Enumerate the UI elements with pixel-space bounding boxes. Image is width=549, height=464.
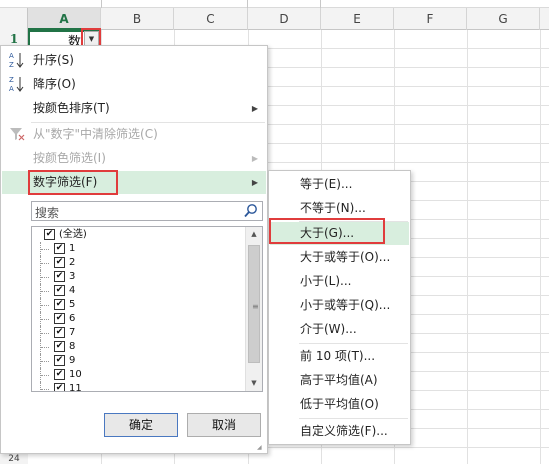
list-item-label: 1: [69, 243, 76, 254]
row-header-24[interactable]: 24: [0, 454, 28, 464]
checkbox-checked-icon[interactable]: ✔: [54, 369, 65, 380]
cancel-button[interactable]: 取消: [187, 413, 261, 437]
svg-text:A: A: [9, 85, 14, 93]
submenu-item-above-average[interactable]: 高于平均值(A): [270, 369, 409, 392]
menu-item-label: 升序(S): [33, 53, 74, 67]
submenu-item-greater-than[interactable]: 大于(G)...: [270, 222, 409, 245]
chevron-down-icon: ▼: [88, 34, 95, 43]
submenu-item-greater-or-equal[interactable]: 大于或等于(O)...: [270, 246, 409, 269]
list-item-label: (全选): [59, 229, 87, 240]
top-strip: [0, 0, 549, 8]
row-header-1[interactable]: 1: [0, 32, 28, 46]
submenu-item-less-than[interactable]: 小于(L)...: [270, 270, 409, 293]
list-item[interactable]: ✔ 2: [32, 256, 244, 270]
sort-ascending-icon: AZ: [8, 51, 26, 69]
submenu-arrow-icon: ▶: [251, 154, 258, 163]
sort-descending-icon: ZA: [8, 75, 26, 93]
submenu-separator: [299, 418, 408, 419]
list-item[interactable]: ✔ 1: [32, 242, 244, 256]
checkbox-checked-icon[interactable]: ✔: [54, 299, 65, 310]
list-item[interactable]: ✔ 3: [32, 270, 244, 284]
list-item-label: 5: [69, 299, 76, 310]
list-item-label: 6: [69, 313, 76, 324]
list-item[interactable]: ✔ 5: [32, 298, 244, 312]
column-header-e[interactable]: E: [321, 8, 394, 30]
list-item[interactable]: ✔ 4: [32, 284, 244, 298]
number-filter-submenu: 等于(E)... 不等于(N)... 大于(G)... 大于或等于(O)... …: [268, 170, 411, 445]
svg-text:Z: Z: [9, 61, 14, 69]
submenu-item-top-10[interactable]: 前 10 项(T)...: [270, 345, 409, 368]
submenu-item-less-or-equal[interactable]: 小于或等于(Q)...: [270, 294, 409, 317]
list-item-label: 7: [69, 327, 76, 338]
menu-item-label: 数字筛选(F): [33, 175, 98, 189]
ok-button[interactable]: 确定: [104, 413, 178, 437]
checkbox-checked-icon[interactable]: ✔: [54, 257, 65, 268]
checkbox-checked-icon[interactable]: ✔: [54, 341, 65, 352]
resize-grip-icon[interactable]: ◢: [257, 443, 266, 452]
checkbox-checked-icon[interactable]: ✔: [44, 229, 55, 240]
submenu-arrow-icon: ▶: [251, 178, 258, 187]
menu-item-clear-filter[interactable]: 从"数字"中清除筛选(C): [2, 123, 266, 146]
menu-item-label: 按颜色排序(T): [33, 101, 110, 115]
svg-text:Z: Z: [9, 76, 14, 84]
clear-filter-icon: [8, 125, 26, 143]
column-header-c[interactable]: C: [174, 8, 248, 30]
checkbox-checked-icon[interactable]: ✔: [54, 313, 65, 324]
scrollbar-thumb[interactable]: ≡: [248, 245, 260, 363]
submenu-separator: [299, 343, 408, 344]
menu-item-number-filter[interactable]: 数字筛选(F) ▶: [2, 171, 266, 194]
submenu-item-not-equals[interactable]: 不等于(N)...: [270, 197, 409, 220]
list-item-label: 9: [69, 355, 76, 366]
submenu-item-equals[interactable]: 等于(E)...: [270, 173, 409, 196]
column-header-b[interactable]: B: [101, 8, 174, 30]
menu-item-sort-ascending[interactable]: AZ 升序(S): [2, 49, 266, 72]
scroll-down-icon[interactable]: ▼: [246, 376, 262, 391]
svg-text:A: A: [9, 52, 14, 60]
search-box[interactable]: 搜索: [31, 201, 263, 221]
checkbox-checked-icon[interactable]: ✔: [54, 327, 65, 338]
submenu-item-between[interactable]: 介于(W)...: [270, 318, 409, 341]
filter-dropdown-button[interactable]: ▼: [84, 31, 99, 46]
list-item-label: 11: [69, 383, 82, 392]
scroll-up-icon[interactable]: ▲: [246, 227, 262, 242]
checkbox-checked-icon[interactable]: ✔: [54, 271, 65, 282]
checkbox-checked-icon[interactable]: ✔: [54, 383, 65, 391]
checkbox-checked-icon[interactable]: ✔: [54, 243, 65, 254]
list-item-select-all[interactable]: ✔ (全选): [32, 228, 244, 242]
list-scrollbar[interactable]: ▲ ≡ ▼: [245, 227, 262, 391]
filter-menu: AZ 升序(S) ZA 降序(O) 按颜色排序(T) ▶ 从"数字"中清除筛选(…: [0, 45, 268, 454]
list-item-label: 2: [69, 257, 76, 268]
search-icon: [243, 203, 259, 219]
submenu-item-below-average[interactable]: 低于平均值(O): [270, 393, 409, 416]
list-item-label: 8: [69, 341, 76, 352]
menu-item-sort-by-color[interactable]: 按颜色排序(T) ▶: [2, 97, 266, 120]
menu-item-label: 从"数字"中清除筛选(C): [33, 127, 158, 141]
list-item-label: 10: [69, 369, 82, 380]
list-item-label: 4: [69, 285, 76, 296]
list-item[interactable]: ✔ 8: [32, 340, 244, 354]
menu-item-label: 按颜色筛选(I): [33, 151, 106, 165]
list-item[interactable]: ✔ 10: [32, 368, 244, 382]
list-item[interactable]: ✔ 6: [32, 312, 244, 326]
list-item[interactable]: ✔ 9: [32, 354, 244, 368]
menu-item-sort-descending[interactable]: ZA 降序(O): [2, 73, 266, 96]
column-header-f[interactable]: F: [394, 8, 467, 30]
value-list[interactable]: ✔ (全选) ✔ 1 ✔ 2 ✔ 3 ✔ 4 ✔ 5 ✔ 6 ✔ 7 ✔ 8 ✔ 9 ✔ 10 ✔ 1…: [31, 226, 263, 392]
search-input[interactable]: 搜索: [35, 204, 59, 221]
checkbox-checked-icon[interactable]: ✔: [54, 285, 65, 296]
column-header-g[interactable]: G: [467, 8, 540, 30]
menu-item-filter-by-color[interactable]: 按颜色筛选(I) ▶: [2, 147, 266, 170]
submenu-item-custom-filter[interactable]: 自定义筛选(F)...: [270, 420, 409, 443]
menu-item-label: 降序(O): [33, 77, 76, 91]
select-all-corner[interactable]: [0, 8, 28, 30]
checkbox-checked-icon[interactable]: ✔: [54, 355, 65, 366]
submenu-arrow-icon: ▶: [251, 104, 258, 113]
list-item-label: 3: [69, 271, 76, 282]
column-header-d[interactable]: D: [248, 8, 321, 30]
grip-icon: ≡: [252, 302, 259, 311]
list-item[interactable]: ✔ 7: [32, 326, 244, 340]
list-item[interactable]: ✔ 11: [32, 382, 244, 392]
column-header-a[interactable]: A: [28, 8, 101, 30]
